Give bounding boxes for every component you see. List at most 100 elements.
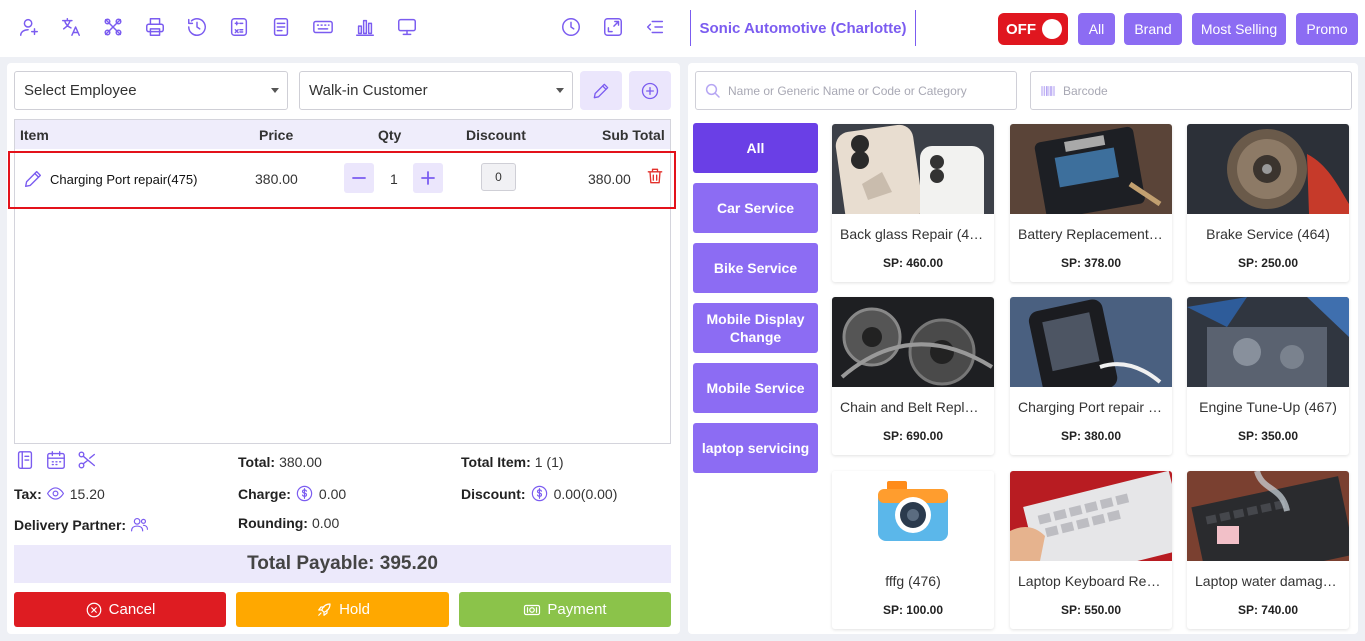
translate-icon[interactable] xyxy=(58,14,84,40)
cart-panel: Select Employee Walk-in Customer Item Pr… xyxy=(7,63,680,634)
product-card[interactable]: Back glass Repair (474) SP: 460.00 xyxy=(832,124,994,282)
product-name: fffg (476) xyxy=(885,573,941,589)
rounding-label: Rounding: xyxy=(238,515,308,531)
cart-table-header: Item Price Qty Discount Sub Total xyxy=(15,120,670,149)
product-card[interactable]: Chain and Belt Replacement (472) SP: 690… xyxy=(832,297,994,455)
qty-decrease-button[interactable] xyxy=(344,163,374,193)
tax-label: Tax: xyxy=(14,486,42,502)
payment-button[interactable]: Payment xyxy=(459,592,671,627)
product-image xyxy=(832,297,994,387)
total-item-value: 1 (1) xyxy=(534,454,564,470)
barcode-input[interactable]: Barcode xyxy=(1030,71,1352,110)
category-laptop-servicing[interactable]: laptop servicing xyxy=(693,423,818,473)
col-discount: Discount xyxy=(466,127,526,143)
qty-increase-button[interactable] xyxy=(413,163,443,193)
tax-value: 15.20 xyxy=(69,486,105,502)
category-car-service[interactable]: Car Service xyxy=(693,183,818,233)
keyboard-icon[interactable] xyxy=(310,14,336,40)
history-icon[interactable] xyxy=(184,14,210,40)
receipt-icon[interactable] xyxy=(268,14,294,40)
product-card[interactable]: Engine Tune-Up (467) SP: 350.00 xyxy=(1187,297,1349,455)
product-name: Laptop Keyboard Repair (471) xyxy=(1018,573,1164,589)
product-price: SP: 550.00 xyxy=(1060,603,1122,617)
cart-item-name: Charging Port repair(475) xyxy=(50,172,198,187)
category-all[interactable]: All xyxy=(693,123,818,173)
tools-icon[interactable] xyxy=(100,14,126,40)
pencil-icon xyxy=(593,83,609,98)
calendar-icon[interactable] xyxy=(45,449,68,472)
filter-promo-button[interactable]: Promo xyxy=(1296,13,1358,45)
filter-brand-button[interactable]: Brand xyxy=(1124,13,1182,45)
fullscreen-icon[interactable] xyxy=(600,14,626,40)
filter-all-button[interactable]: All xyxy=(1078,13,1115,45)
coupon-icon[interactable] xyxy=(76,449,99,472)
bar-chart-icon[interactable] xyxy=(352,14,378,40)
notes-icon[interactable] xyxy=(14,449,37,472)
cash-icon xyxy=(524,604,541,615)
product-price: SP: 740.00 xyxy=(1237,603,1299,617)
store-name: Sonic Automotive (Charlotte) xyxy=(690,10,916,46)
users-icon[interactable] xyxy=(130,515,150,535)
rounding-summary: Rounding: 0.00 xyxy=(238,515,339,531)
charge-value: 0.00 xyxy=(318,486,347,502)
cart-item-discount-input[interactable]: 0 xyxy=(481,163,516,191)
total-value: 380.00 xyxy=(279,454,322,470)
edit-item-icon[interactable] xyxy=(22,168,44,190)
printer-icon[interactable] xyxy=(142,14,168,40)
add-customer-button[interactable] xyxy=(629,71,671,110)
product-card[interactable]: Laptop water damage (470) SP: 740.00 xyxy=(1187,471,1349,629)
dollar-icon[interactable] xyxy=(295,484,315,504)
barcode-placeholder: Barcode xyxy=(1063,83,1108,98)
total-summary: Total: 380.00 xyxy=(238,454,322,470)
clock-icon[interactable] xyxy=(558,14,584,40)
charge-label: Charge: xyxy=(238,486,291,502)
product-card[interactable]: Battery Replacement (473) SP: 378.00 xyxy=(1010,124,1172,282)
product-price: SP: 378.00 xyxy=(1060,256,1122,270)
product-price: SP: 250.00 xyxy=(1237,256,1299,270)
product-price: SP: 380.00 xyxy=(1060,429,1122,443)
customer-select[interactable]: Walk-in Customer xyxy=(299,71,573,110)
delete-item-icon[interactable] xyxy=(645,166,667,188)
product-price: SP: 100.00 xyxy=(882,603,944,617)
product-image xyxy=(1187,297,1349,387)
camera-icon xyxy=(832,471,994,561)
col-qty: Qty xyxy=(378,127,402,143)
search-icon xyxy=(705,83,720,98)
user-icon[interactable] xyxy=(16,14,42,40)
edit-customer-button[interactable] xyxy=(580,71,622,110)
product-name: Back glass Repair (474) xyxy=(840,226,986,242)
product-image xyxy=(1187,124,1349,214)
product-card[interactable]: Laptop Keyboard Repair (471) SP: 550.00 xyxy=(1010,471,1172,629)
discount-value: 0.00(0.00) xyxy=(553,486,618,502)
barcode-icon xyxy=(1041,85,1055,96)
total-label: Total: xyxy=(238,454,276,470)
product-card[interactable]: fffg (476) SP: 100.00 xyxy=(832,471,994,629)
menu-collapse-icon[interactable] xyxy=(642,14,668,40)
dollar-icon[interactable] xyxy=(530,484,550,504)
category-mobile-display-change[interactable]: Mobile Display Change xyxy=(693,303,818,353)
eye-icon[interactable] xyxy=(46,484,66,504)
product-card[interactable]: Brake Service (464) SP: 250.00 xyxy=(1187,124,1349,282)
category-bike-service[interactable]: Bike Service xyxy=(693,243,818,293)
cart-item-qty[interactable]: 1 xyxy=(390,171,398,187)
status-toggle[interactable]: OFF xyxy=(998,13,1068,45)
calculator-icon[interactable] xyxy=(226,14,252,40)
employee-select[interactable]: Select Employee xyxy=(14,71,288,110)
product-image xyxy=(1010,471,1172,561)
product-image xyxy=(832,124,994,214)
category-mobile-service[interactable]: Mobile Service xyxy=(693,363,818,413)
product-search-input[interactable]: Name or Generic Name or Code or Category xyxy=(695,71,1017,110)
delivery-summary: Delivery Partner: xyxy=(14,515,150,535)
filter-most-selling-button[interactable]: Most Selling xyxy=(1192,13,1286,45)
monitor-icon[interactable] xyxy=(394,14,420,40)
cart-row: Charging Port repair(475) 380.00 1 0 380… xyxy=(8,151,676,209)
cancel-label: Cancel xyxy=(108,601,156,618)
cancel-button[interactable]: Cancel xyxy=(14,592,226,627)
total-item-summary: Total Item: 1 (1) xyxy=(461,454,564,470)
product-card[interactable]: Charging Port repair (475) SP: 380.00 xyxy=(1010,297,1172,455)
col-item: Item xyxy=(20,127,49,143)
minus-icon xyxy=(352,177,366,179)
rocket-icon xyxy=(318,602,331,616)
toggle-knob xyxy=(1042,19,1062,39)
hold-button[interactable]: Hold xyxy=(236,592,449,627)
